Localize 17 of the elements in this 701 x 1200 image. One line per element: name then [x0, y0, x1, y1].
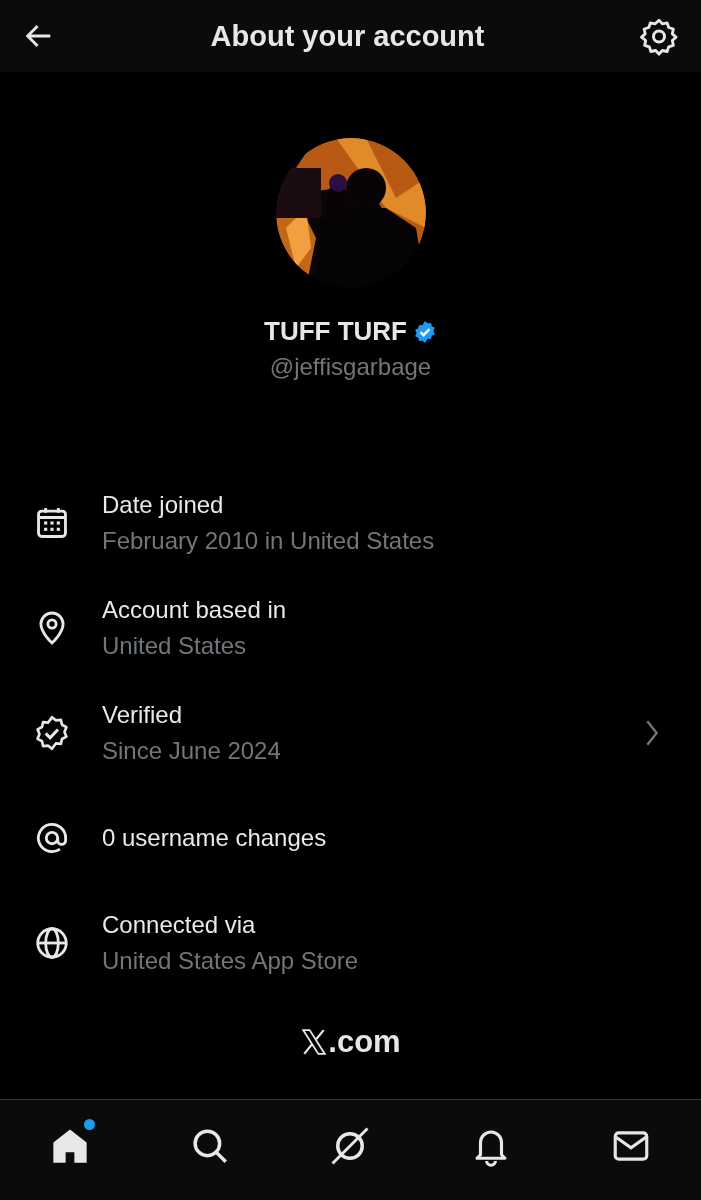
info-title: Account based in	[102, 595, 288, 624]
info-detail: Since June 2024	[102, 736, 282, 765]
x-logo-icon	[300, 1029, 329, 1055]
username: @jeffisgarbage	[269, 353, 432, 381]
info-title: Verified	[102, 700, 184, 729]
verified-badge-icon	[33, 713, 71, 752]
chevron-right-icon[interactable]	[645, 718, 659, 747]
site-name: .com	[328, 1024, 401, 1060]
info-detail: United States App Store	[102, 946, 360, 975]
settings-icon[interactable]	[639, 16, 679, 56]
info-detail: February 2010 in United States	[102, 526, 436, 555]
info-title: 0 username changes	[102, 823, 328, 852]
info-title: Date joined	[102, 490, 225, 519]
info-title: Connected via	[102, 910, 257, 939]
page-title: About your account	[210, 19, 485, 53]
info-detail: United States	[102, 631, 248, 660]
display-name: TUFF TURF	[264, 316, 407, 347]
